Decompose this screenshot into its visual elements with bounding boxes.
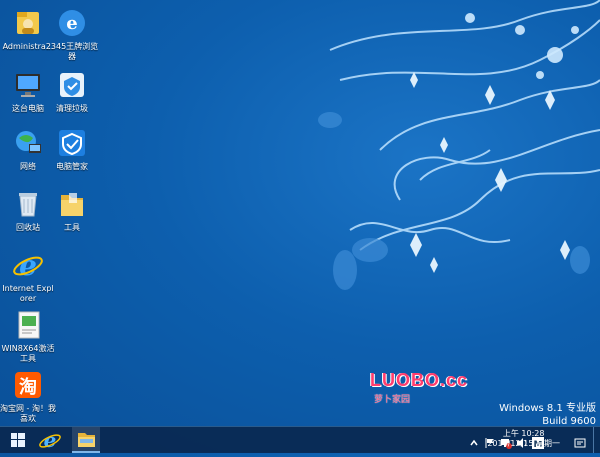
show-desktop-button[interactable] bbox=[593, 427, 600, 453]
start-button[interactable] bbox=[4, 427, 32, 453]
clock-time: 上午 10:28 bbox=[502, 429, 545, 438]
desktop-icon-activation-tool[interactable]: WIN8X64激活工具 bbox=[0, 308, 56, 364]
build-number: Build 9600 bbox=[542, 416, 596, 426]
desktop-icon-label: 电脑管家 bbox=[56, 162, 88, 171]
user-folder-icon bbox=[11, 6, 45, 40]
desktop-icon-taobao[interactable]: 淘 淘宝网 - 淘！我喜欢 bbox=[0, 368, 56, 424]
browser-2345-icon: e bbox=[55, 6, 89, 40]
desktop-icon-tools-folder[interactable]: 工具 bbox=[44, 187, 100, 233]
desktop-icon-label: 2345王牌浏览器 bbox=[45, 42, 99, 61]
computer-icon bbox=[11, 68, 45, 102]
desktop-icon-label: 工具 bbox=[64, 223, 80, 232]
network-icon bbox=[11, 126, 45, 160]
desktop-icon-cleanup[interactable]: 清理垃圾 bbox=[44, 68, 100, 114]
show-hidden-icons-chevron-icon[interactable] bbox=[468, 434, 480, 446]
pc-manager-icon bbox=[55, 126, 89, 160]
svg-text:e: e bbox=[44, 428, 57, 452]
desktop-icon-label: Internet Explorer bbox=[2, 284, 54, 303]
windows-edition-label: Windows 8.1 专业版 Build 9600 bbox=[499, 402, 596, 426]
desktop-icon-pc-manager[interactable]: 电脑管家 bbox=[44, 126, 100, 172]
desktop: Administra... 这台电脑 网络 回收站 e Internet Exp… bbox=[0, 0, 600, 426]
taskbar-internet-explorer[interactable]: e bbox=[36, 427, 64, 453]
internet-explorer-icon: e bbox=[39, 428, 61, 452]
taskbar-clock[interactable]: 上午 10:28 2014/12/15 星期一 bbox=[487, 429, 560, 449]
svg-text:e: e bbox=[66, 13, 77, 34]
desktop-icon-label: 淘宝网 - 淘！我喜欢 bbox=[0, 404, 56, 423]
watermark-subtitle: 萝卜家园 bbox=[374, 395, 411, 405]
notification-icon[interactable] bbox=[574, 434, 586, 448]
desktop-icon-2345-browser[interactable]: e 2345王牌浏览器 bbox=[44, 6, 100, 62]
taskbar: e M 上午 10:28 2014/12/15 星期一 bbox=[0, 426, 600, 453]
edition-name: Windows 8.1 专业版 bbox=[499, 403, 596, 414]
desktop-icon-label: WIN8X64激活工具 bbox=[1, 344, 55, 363]
recycle-bin-icon bbox=[11, 187, 45, 221]
taobao-icon: 淘 bbox=[11, 368, 45, 402]
svg-text:淘: 淘 bbox=[19, 376, 37, 398]
watermark-logo-text: LUOBO.cc bbox=[370, 370, 469, 390]
desktop-icon-label: 清理垃圾 bbox=[56, 104, 88, 113]
activation-tool-icon bbox=[11, 308, 45, 342]
windows-logo-icon bbox=[11, 433, 25, 447]
svg-text:e: e bbox=[19, 249, 37, 282]
luobo-watermark-logo: LUOBO.cc 萝卜家园 bbox=[370, 370, 480, 410]
file-explorer-icon bbox=[78, 433, 95, 447]
folder-icon bbox=[55, 187, 89, 221]
taskbar-file-explorer[interactable] bbox=[72, 427, 100, 453]
cleanup-icon bbox=[55, 68, 89, 102]
desktop-icon-internet-explorer[interactable]: e Internet Explorer bbox=[0, 248, 56, 304]
system-tray: M 上午 10:28 2014/12/15 星期一 bbox=[460, 427, 600, 453]
clock-date: 2014/12/15 星期一 bbox=[487, 439, 560, 448]
internet-explorer-icon: e bbox=[11, 248, 45, 282]
